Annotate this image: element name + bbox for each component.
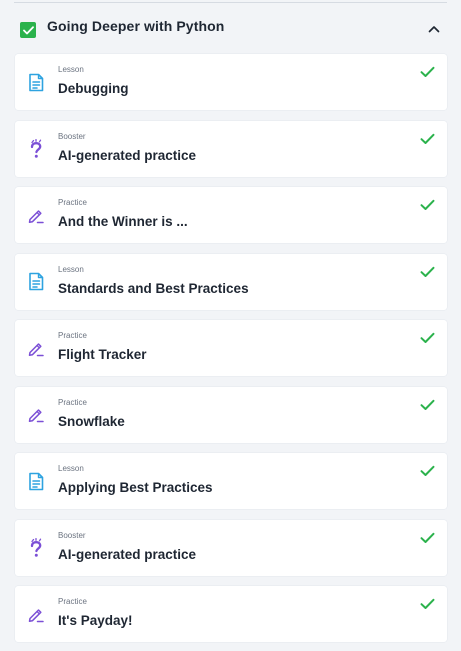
item-title: Debugging — [58, 81, 129, 96]
item-type-label: Lesson — [58, 65, 84, 74]
completed-check-icon — [419, 132, 435, 146]
completed-check-icon — [419, 265, 435, 279]
section-complete-checkbox — [20, 22, 36, 38]
pencil-icon — [27, 604, 45, 624]
item-title: AI-generated practice — [58, 546, 197, 562]
module-item-list: Lesson Debugging Booster AI-generated pr… — [15, 54, 447, 651]
item-title: It's Payday! — [58, 613, 133, 628]
completed-check-icon — [419, 331, 435, 345]
lesson-document-icon — [27, 272, 45, 292]
completed-check-icon — [419, 597, 435, 611]
section-title: Going Deeper with Python — [47, 18, 225, 34]
completed-check-icon — [419, 65, 435, 79]
question-mark-icon — [27, 138, 45, 159]
item-type-label: Booster — [58, 530, 86, 540]
lesson-document-icon — [27, 72, 45, 92]
list-item-1[interactable]: Lesson Debugging — [15, 54, 447, 110]
item-type-label: Practice — [58, 198, 87, 207]
pencil-icon — [27, 405, 45, 425]
section-header[interactable]: Going Deeper with Python — [0, 3, 461, 51]
pencil-icon — [27, 338, 45, 358]
item-title: Snowflake — [58, 413, 125, 429]
item-type-label: Lesson — [58, 264, 84, 274]
item-type-label: Practice — [58, 331, 87, 340]
item-title: Applying Best Practices — [58, 480, 213, 495]
item-type-label: Lesson — [58, 464, 84, 473]
list-item-5[interactable]: Practice Flight Tracker — [15, 320, 447, 376]
item-type-label: Practice — [58, 597, 87, 606]
check-icon — [22, 25, 34, 34]
chevron-up-icon — [428, 26, 440, 33]
completed-check-icon — [419, 198, 435, 212]
lesson-document-icon — [27, 471, 45, 491]
question-mark-icon — [27, 537, 45, 558]
list-item-3[interactable]: Practice And the Winner is ... — [15, 187, 447, 243]
item-title: Standards and Best Practices — [58, 280, 249, 296]
collapse-button[interactable] — [426, 21, 442, 37]
completed-check-icon — [419, 464, 435, 478]
list-item-6[interactable]: Practice Snowflake — [15, 386, 447, 443]
list-item-4[interactable]: Lesson Standards and Best Practices — [15, 253, 447, 310]
item-type-label: Practice — [58, 397, 87, 407]
item-title: Flight Tracker — [58, 347, 147, 362]
list-item-2[interactable]: Booster AI-generated practice — [15, 120, 447, 177]
item-type-label: Booster — [58, 131, 86, 141]
list-item-7[interactable]: Lesson Applying Best Practices — [15, 453, 447, 509]
completed-check-icon — [419, 531, 435, 545]
pencil-icon — [27, 205, 45, 225]
list-item-8[interactable]: Booster AI-generated practice — [15, 519, 447, 576]
item-title: And the Winner is ... — [58, 214, 188, 229]
completed-check-icon — [419, 398, 435, 412]
item-title: AI-generated practice — [58, 147, 197, 163]
list-item-9[interactable]: Practice It's Payday! — [15, 586, 447, 642]
